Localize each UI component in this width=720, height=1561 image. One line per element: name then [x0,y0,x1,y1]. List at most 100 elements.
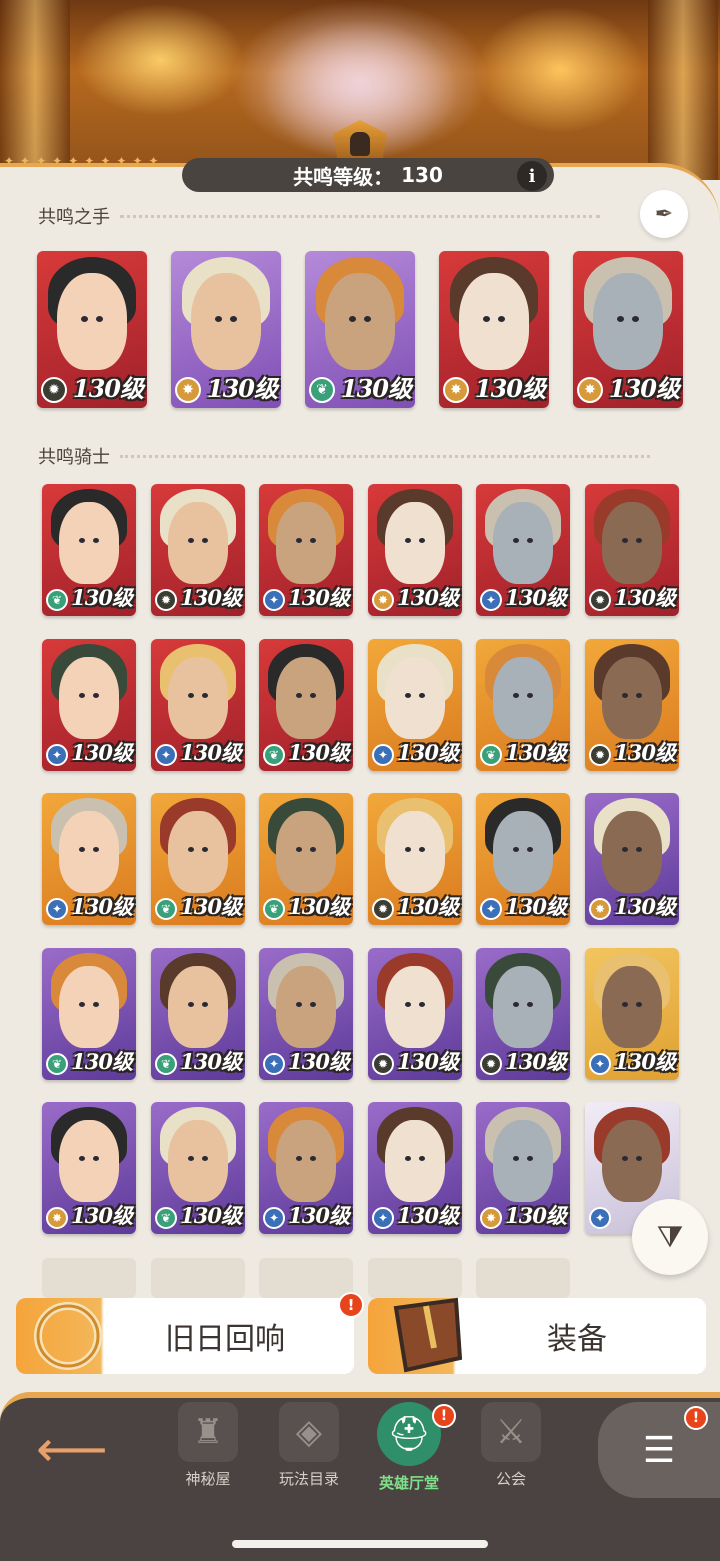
hero-card[interactable]: ✹ 130级 [585,639,679,771]
hero-card[interactable]: ✸ 130级 [171,251,281,408]
hero-level-label: 130级 [180,894,242,919]
hero-card[interactable]: ❦ 130级 [151,793,245,925]
resonance-label: 共鸣等级： [293,164,394,189]
hero-card[interactable]: ✦ 130级 [259,484,353,616]
hero-eye [92,1156,99,1162]
nav-item-label: 神秘屋 [185,1470,231,1488]
hero-card[interactable]: ✦ 130级 [42,793,136,925]
hero-card[interactable]: ✦ 130级 [151,639,245,771]
hero-portrait-face [384,966,446,1049]
filter-icon[interactable]: ⧩ [632,1199,708,1275]
star-faction-icon: ✦ [46,744,68,766]
hero-card[interactable]: ✹ 130级 [368,793,462,925]
light-faction-icon: ✸ [443,377,469,403]
hero-eye [418,1156,425,1162]
hero-card[interactable]: ✸ 130级 [585,793,679,925]
hero-card[interactable]: ✸ 130级 [368,484,462,616]
star-faction-icon: ✦ [263,1053,285,1075]
hero-portrait-face [58,1120,120,1203]
section-divider [120,454,650,458]
section-title-knights-text: 共鸣骑士 [38,447,110,468]
hero-card[interactable]: ❦ 130级 [42,948,136,1080]
knight-helmet-icon: ⛑ [377,1402,441,1466]
star-faction-icon: ✦ [480,898,502,920]
nav-item-game-catalog[interactable]: ◈ 玩法目录 [264,1402,354,1489]
quill-feather-icon[interactable]: ✒ [640,190,688,238]
hero-eye [309,847,316,853]
hero-level-label: 130级 [474,374,546,403]
forest-faction-icon: ❦ [46,1053,68,1075]
hero-card[interactable]: ✦ 130级 [476,793,570,925]
hero-card[interactable]: ❦ 130级 [151,948,245,1080]
hero-eye [92,693,99,699]
hero-level-label: 130级 [505,740,567,765]
forest-faction-icon: ❦ [155,1053,177,1075]
hero-card[interactable]: ✸ 130级 [573,251,683,408]
arrow-left-icon[interactable]: ⟵ [36,1420,108,1478]
hero-eye [230,315,238,322]
star-faction-icon: ✦ [263,1207,285,1229]
hero-card[interactable]: ❦ 130级 [42,484,136,616]
hero-portrait-face [601,1120,663,1203]
hero-portrait-face [56,272,128,371]
hero-card[interactable]: ✦ 130级 [368,639,462,771]
hero-level-label: 130级 [180,1203,242,1228]
hero-portrait-face [592,272,664,371]
hero-card[interactable]: ✹ 130级 [476,948,570,1080]
hero-level-label: 130级 [71,740,133,765]
hero-card[interactable]: ✦ 130级 [259,1102,353,1234]
hero-portrait-face [384,811,446,894]
hero-card[interactable]: ✹ 130级 [151,484,245,616]
hero-level-label: 130级 [505,1049,567,1074]
hero-eye [188,1002,195,1008]
hero-card[interactable]: ❦ 130级 [259,639,353,771]
hero-level-label: 130级 [180,1049,242,1074]
hero-portrait-face [167,657,229,740]
hero-portrait-face [601,657,663,740]
home-indicator[interactable] [232,1540,488,1548]
hero-card[interactable]: ❦ 130级 [305,251,415,408]
hero-level-label: 130级 [608,374,680,403]
hero-card[interactable]: ✸ 130级 [439,251,549,408]
hero-card[interactable]: ✹ 130级 [585,484,679,616]
hero-card[interactable]: ❦ 130级 [476,639,570,771]
hero-eye [622,1156,629,1162]
hero-card[interactable]: ✹ 130级 [37,251,147,408]
hero-eye [96,315,104,322]
hero-eye [296,693,303,699]
hero-portrait-face [384,502,446,585]
hero-card[interactable]: ✸ 130级 [42,1102,136,1234]
hero-eye [405,538,412,544]
hero-level-label: 130级 [180,740,242,765]
star-faction-icon: ✦ [263,589,285,611]
hero-level-label: 130级 [397,740,459,765]
hero-card[interactable]: ✦ 130级 [368,1102,462,1234]
hero-card[interactable]: ✦ 130级 [585,948,679,1080]
hero-eye [418,693,425,699]
hero-card[interactable]: ✹ 130级 [368,948,462,1080]
hero-eye [526,538,533,544]
hero-eye [635,693,642,699]
hero-portrait-face [492,502,554,585]
hero-eye [418,847,425,853]
hero-eye [513,538,520,544]
hero-card[interactable]: ❦ 130级 [151,1102,245,1234]
hero-level-label: 130级 [614,585,676,610]
star-faction-icon: ✦ [372,1207,394,1229]
hero-card[interactable]: ✸ 130级 [476,1102,570,1234]
hero-eye [526,1002,533,1008]
hero-card[interactable]: ✦ 130级 [476,484,570,616]
hero-portrait-face [58,811,120,894]
hero-eye [632,315,640,322]
hero-eye [526,847,533,853]
equipment-button[interactable]: 装备 [368,1297,706,1374]
hero-card[interactable]: ✦ 130级 [259,948,353,1080]
hero-portrait-face [492,811,554,894]
echoes-of-past-button[interactable]: 旧日回响 ! [16,1292,364,1374]
nav-item-guild[interactable]: ⚔ 公会 [466,1402,556,1489]
hero-card[interactable]: ✦ 130级 [42,639,136,771]
hero-card[interactable]: ❦ 130级 [259,793,353,925]
info-icon[interactable]: i [517,161,547,191]
nav-item-mystery-house[interactable]: ♜ 神秘屋 [163,1402,253,1489]
forest-faction-icon: ❦ [480,744,502,766]
